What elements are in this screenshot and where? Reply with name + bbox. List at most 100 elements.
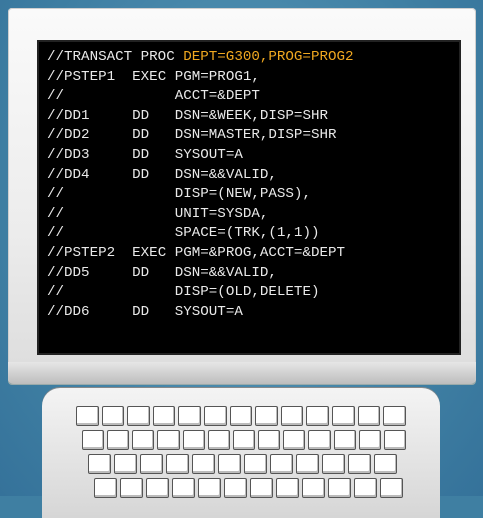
keyboard-key <box>157 430 180 450</box>
keyboard-key <box>308 430 331 450</box>
jcl-highlighted-parameters: DEPT=G300,PROG=PROG2 <box>183 49 354 65</box>
jcl-line: // DISP=(OLD,DELETE) <box>47 283 354 303</box>
jcl-label: //DD2 <box>47 127 90 144</box>
jcl-label: //PSTEP2 <box>47 244 116 261</box>
jcl-line: // DISP=(NEW,PASS), <box>47 185 354 205</box>
keyboard-key <box>322 454 345 474</box>
keyboard-key <box>306 406 330 426</box>
jcl-parameters: SYSOUT=A <box>174 303 243 320</box>
keyboard-key <box>280 406 304 426</box>
keyboard-key <box>198 478 221 498</box>
keyboard-key <box>224 478 247 498</box>
jcl-parameters: SPACE=(TRK,(1,1)) <box>174 225 320 242</box>
keyboard-key <box>283 430 306 450</box>
keyboard-key <box>276 478 299 498</box>
keyboard-keys <box>76 406 407 502</box>
jcl-line: //DD3 DD SYSOUT=A <box>47 146 354 166</box>
keyboard-key <box>302 478 325 498</box>
jcl-line: //PSTEP1 EXEC PGM=PROG1, <box>47 68 354 88</box>
jcl-operation: DD <box>132 303 150 320</box>
jcl-label: //DD4 <box>47 166 90 183</box>
keyboard-row <box>82 430 407 450</box>
jcl-line: // ACCT=&DEPT <box>47 87 354 107</box>
keyboard-key <box>192 454 215 474</box>
keyboard-key <box>204 406 227 426</box>
keyboard-key <box>354 478 377 498</box>
keyboard-key <box>250 478 273 498</box>
keyboard-key <box>332 406 355 426</box>
jcl-parameters: DSN=&WEEK,DISP=SHR <box>174 107 328 124</box>
jcl-label: // <box>47 186 65 203</box>
keyboard-key <box>88 454 111 474</box>
jcl-operation: EXEC <box>132 244 167 261</box>
keyboard-key <box>146 478 169 498</box>
keyboard-key <box>140 454 163 474</box>
jcl-operation: EXEC <box>132 68 167 85</box>
jcl-line: //DD5 DD DSN=&&VALID, <box>47 264 354 284</box>
jcl-parameters: PGM=PROG1, <box>174 68 260 85</box>
keyboard-row <box>88 454 406 474</box>
jcl-label: //DD1 <box>47 107 90 124</box>
jcl-line: //DD6 DD SYSOUT=A <box>47 303 354 323</box>
keyboard-key <box>82 430 105 450</box>
keyboard-row <box>94 478 406 498</box>
jcl-label: // <box>47 284 65 301</box>
keyboard-key <box>166 454 189 474</box>
jcl-parameters: SYSOUT=A <box>174 146 243 163</box>
keyboard-key <box>178 406 202 426</box>
keyboard-key <box>358 430 381 450</box>
monitor-screen: //TRANSACT PROC DEPT=G300,PROG=PROG2//PS… <box>37 40 461 355</box>
keyboard-key <box>107 430 130 450</box>
keyboard-key <box>229 406 253 426</box>
keyboard-key <box>255 406 278 426</box>
jcl-parameters: ACCT=&DEPT <box>174 88 260 105</box>
jcl-parameters: PGM=&PROG,ACCT=&DEPT <box>174 244 346 261</box>
jcl-parameters: DSN=&&VALID, <box>174 264 277 281</box>
keyboard <box>42 388 440 518</box>
keyboard-key <box>357 406 381 426</box>
keyboard-key <box>94 478 117 498</box>
jcl-label: //DD5 <box>47 264 90 281</box>
keyboard-key <box>328 478 351 498</box>
jcl-operation: DD <box>132 107 150 124</box>
jcl-operation: DD <box>132 166 150 183</box>
keyboard-key <box>218 454 241 474</box>
jcl-line: //DD2 DD DSN=MASTER,DISP=SHR <box>47 126 354 146</box>
keyboard-key <box>76 406 99 426</box>
jcl-operation: DD <box>132 264 150 281</box>
jcl-label: //TRANSACT <box>47 49 133 65</box>
keyboard-key <box>333 430 356 450</box>
jcl-operation: PROC <box>140 49 175 65</box>
keyboard-key <box>348 454 371 474</box>
jcl-parameters: DISP=(NEW,PASS), <box>174 186 311 203</box>
jcl-label: //DD6 <box>47 303 90 320</box>
jcl-operation: DD <box>132 146 150 163</box>
monitor-base <box>8 362 476 384</box>
jcl-line: //TRANSACT PROC DEPT=G300,PROG=PROG2 <box>47 48 354 68</box>
keyboard-key <box>258 430 281 450</box>
keyboard-key <box>127 406 150 426</box>
keyboard-key <box>296 454 319 474</box>
keyboard-key <box>172 478 195 498</box>
jcl-label: // <box>47 205 65 222</box>
jcl-line: //DD4 DD DSN=&&VALID, <box>47 166 354 186</box>
keyboard-key <box>374 454 397 474</box>
jcl-line: // UNIT=SYSDA, <box>47 205 354 225</box>
keyboard-key <box>152 406 176 426</box>
jcl-line: // SPACE=(TRK,(1,1)) <box>47 224 354 244</box>
keyboard-key <box>270 454 293 474</box>
keyboard-key <box>207 430 230 450</box>
keyboard-key <box>114 454 137 474</box>
keyboard-key <box>380 478 403 498</box>
jcl-listing: //TRANSACT PROC DEPT=G300,PROG=PROG2//PS… <box>47 48 354 322</box>
jcl-parameters: DSN=MASTER,DISP=SHR <box>174 127 337 144</box>
keyboard-key <box>101 406 125 426</box>
jcl-line: //DD1 DD DSN=&WEEK,DISP=SHR <box>47 107 354 127</box>
jcl-parameters: UNIT=SYSDA, <box>174 205 269 222</box>
keyboard-key <box>232 430 256 450</box>
jcl-operation: DD <box>132 127 150 144</box>
keyboard-key <box>120 478 143 498</box>
jcl-parameters: DSN=&&VALID, <box>174 166 277 183</box>
jcl-label: // <box>47 88 65 105</box>
jcl-label: //DD3 <box>47 146 90 163</box>
